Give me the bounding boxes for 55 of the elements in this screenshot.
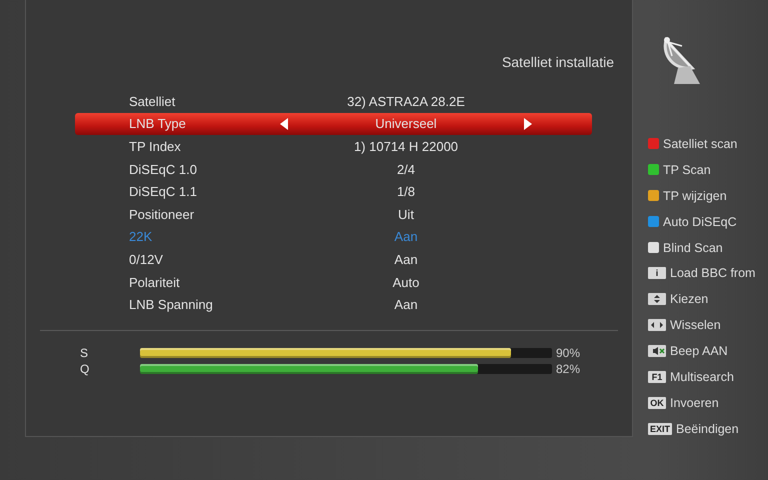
setting-row[interactable]: 0/12V Aan xyxy=(75,248,592,271)
key-label: F1 xyxy=(648,370,666,383)
meter-label: Q xyxy=(80,362,90,376)
setting-label: DiSEqC 1.1 xyxy=(129,184,198,200)
key-label: OK xyxy=(648,396,666,409)
screen-title: Satelliet installatie xyxy=(502,54,614,72)
setting-label: LNB Type xyxy=(129,116,187,132)
setting-value: Universeel xyxy=(374,116,438,132)
legend-label: TP wijzigen xyxy=(663,188,727,203)
setting-label: DiSEqC 1.0 xyxy=(129,162,198,177)
speaker-key-icon xyxy=(648,345,666,358)
setting-label: Satelliet xyxy=(129,94,176,109)
left-right-key-icon xyxy=(648,319,666,332)
key-label: i xyxy=(648,267,666,280)
legend-label: Wisselen xyxy=(670,318,721,332)
setting-value: Aan xyxy=(393,252,419,267)
setting-value: 32) ASTRA2A 28.2E xyxy=(346,94,466,109)
legend-label: Beëindigen xyxy=(676,422,739,436)
setting-row[interactable]: Satelliet 32) ASTRA2A 28.2E xyxy=(75,90,592,113)
legend-label: TP Scan xyxy=(663,162,711,177)
setting-row[interactable]: DiSEqC 1.1 1/8 xyxy=(75,180,592,203)
setting-value: 2/4 xyxy=(396,162,416,177)
setting-row[interactable]: DiSEqC 1.0 2/4 xyxy=(75,158,592,180)
setting-row[interactable]: LNB Type Universeel xyxy=(75,112,592,136)
setting-row[interactable]: Polariteit Auto xyxy=(75,270,592,294)
legend-label: Beep AAN xyxy=(670,344,728,358)
legend-label: Auto DiSEqC xyxy=(663,214,737,229)
setting-label: Positioneer xyxy=(129,206,196,222)
legend-label: Blind Scan xyxy=(663,240,723,254)
setting-value: 1) 10714 H 22000 xyxy=(352,138,460,154)
left-arrow-icon[interactable] xyxy=(280,118,288,130)
setting-value: Aan xyxy=(393,297,419,312)
setting-value: Uit xyxy=(397,206,415,222)
up-down-key-icon xyxy=(648,293,666,306)
meter-label: S xyxy=(80,346,90,360)
right-arrow-icon[interactable] xyxy=(524,118,532,130)
key-label: EXIT xyxy=(648,422,672,435)
setting-label: 22K xyxy=(129,229,154,244)
setting-label: TP Index xyxy=(129,138,182,154)
setting-label: 0/12V xyxy=(129,252,164,267)
setting-value: 1/8 xyxy=(396,184,416,200)
legend-label: Invoeren xyxy=(670,396,719,410)
legend-label: Kiezen xyxy=(670,292,708,306)
legend-label: Multisearch xyxy=(670,370,734,384)
setting-value: Auto xyxy=(392,274,420,290)
setting-row[interactable]: LNB Spanning Aan xyxy=(75,293,592,316)
setting-value: Aan xyxy=(393,229,419,244)
setting-row[interactable]: Positioneer Uit xyxy=(75,202,592,226)
meter-reading: 90% xyxy=(556,346,580,360)
setting-label: Polariteit xyxy=(129,274,181,290)
legend-label: Load BBC from xyxy=(670,266,756,280)
setting-label: LNB Spanning xyxy=(129,297,214,312)
setting-row[interactable]: TP Index 1) 10714 H 22000 xyxy=(75,135,592,158)
legend-label: Satelliet scan xyxy=(663,136,738,151)
meter-reading: 82% xyxy=(556,362,580,376)
